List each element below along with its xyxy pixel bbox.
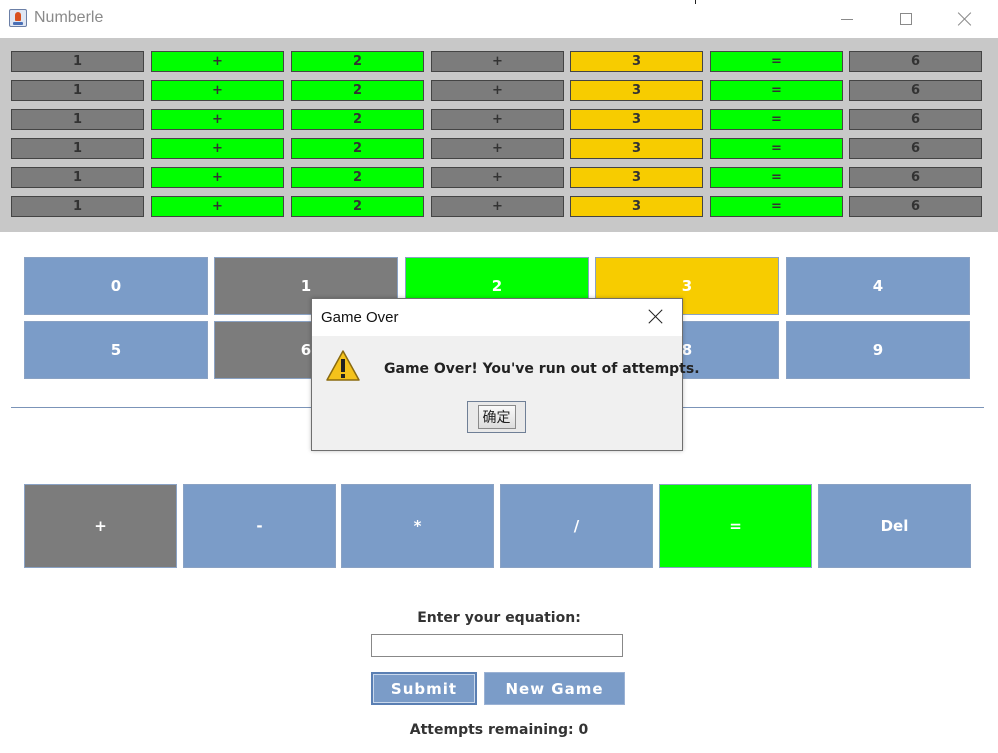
guess-cell: 1 [11, 167, 144, 188]
window-title: Numberle [34, 9, 104, 26]
digit-key-4[interactable]: 4 [786, 257, 970, 315]
guess-cell: + [151, 80, 284, 101]
guess-cell: + [431, 138, 564, 159]
guess-cell: + [431, 167, 564, 188]
guess-cell: 2 [291, 80, 424, 101]
guess-cell: 1 [11, 80, 144, 101]
guess-row: 1 +2 +3 = 6 [11, 51, 983, 72]
ok-button[interactable]: 确定 [467, 401, 526, 433]
maximize-button[interactable] [877, 0, 935, 38]
operator-key-divide[interactable]: / [500, 484, 653, 568]
guess-cell: 1 [11, 109, 144, 130]
dialog-message: Game Over! You've run out of attempts. [384, 361, 700, 377]
ok-button-label: 确定 [477, 405, 516, 429]
app-window: Numberle 1 +2 +3 = 6 1 +2 +3 = 6 1 +2 +3 = 6 1 +2 +3 = 6 1 +2… [0, 0, 998, 753]
dialog-close-icon[interactable] [648, 309, 663, 324]
close-icon [958, 12, 972, 26]
digit-key-9[interactable]: 9 [786, 321, 970, 379]
operator-key-plus[interactable]: + [24, 484, 177, 568]
guess-cell: + [151, 51, 284, 72]
guess-cell: + [151, 109, 284, 130]
equation-prompt: Enter your equation: [417, 610, 581, 626]
attempts-remaining: Attempts remaining: 0 [409, 722, 589, 738]
guess-row: 1 +2 +3 = 6 [11, 80, 983, 101]
equation-input[interactable] [371, 634, 623, 657]
guess-cell: + [431, 80, 564, 101]
operator-key-multiply[interactable]: * [341, 484, 494, 568]
guess-cell: + [431, 196, 564, 217]
guess-cell: 1 [11, 138, 144, 159]
title-bar: Numberle [0, 0, 998, 38]
guess-cell: 6 [849, 109, 982, 130]
guess-cell: = [710, 167, 843, 188]
operator-key-delete[interactable]: Del [818, 484, 971, 568]
guess-cell: 3 [570, 80, 703, 101]
guess-cell: 3 [570, 109, 703, 130]
mouse-cursor-icon [692, 0, 700, 4]
submit-button[interactable]: Submit [371, 672, 477, 705]
warning-icon [326, 350, 360, 381]
guess-cell: = [710, 138, 843, 159]
dialog-title: Game Over [321, 309, 399, 326]
close-window-button[interactable] [936, 0, 994, 38]
guess-cell: 6 [849, 51, 982, 72]
guess-cell: 3 [570, 51, 703, 72]
guess-cell: 1 [11, 51, 144, 72]
guess-row: 1 +2 +3 = 6 [11, 196, 983, 217]
operator-key-equals[interactable]: = [659, 484, 812, 568]
operator-key-minus[interactable]: - [183, 484, 336, 568]
guess-cell: = [710, 80, 843, 101]
minimize-button[interactable] [818, 0, 876, 38]
maximize-icon [900, 13, 912, 25]
guess-cell: 2 [291, 138, 424, 159]
guess-cell: 2 [291, 109, 424, 130]
guess-cell: 3 [570, 196, 703, 217]
guess-cell: 2 [291, 167, 424, 188]
guess-cell: 6 [849, 80, 982, 101]
guess-cell: + [431, 109, 564, 130]
guess-cell: 6 [849, 138, 982, 159]
guess-cell: 1 [11, 196, 144, 217]
guess-cell: 2 [291, 196, 424, 217]
guess-grid: 1 +2 +3 = 6 1 +2 +3 = 6 1 +2 +3 = 6 1 +2 +3 = 6 1 +2 +3 = 6 1 +2 +3… [0, 38, 998, 232]
guess-cell: + [151, 196, 284, 217]
guess-cell: 6 [849, 167, 982, 188]
guess-cell: = [710, 51, 843, 72]
new-game-button[interactable]: New Game [484, 672, 625, 705]
guess-cell: + [431, 51, 564, 72]
guess-row: 1 +2 +3 = 6 [11, 109, 983, 130]
guess-cell: 3 [570, 167, 703, 188]
minimize-icon [841, 18, 853, 20]
game-over-dialog: Game Over Game Over! You've run out of a… [311, 298, 700, 451]
guess-cell: 2 [291, 51, 424, 72]
guess-cell: 3 [570, 138, 703, 159]
dialog-title-bar: Game Over [312, 299, 682, 336]
guess-row: 1 +2 +3 = 6 [11, 138, 983, 159]
guess-row: 1 +2 +3 = 6 [11, 167, 983, 188]
java-app-icon [9, 9, 27, 27]
digit-key-0[interactable]: 0 [24, 257, 208, 315]
guess-cell: + [151, 167, 284, 188]
guess-cell: = [710, 196, 843, 217]
guess-cell: = [710, 109, 843, 130]
guess-cell: + [151, 138, 284, 159]
digit-key-5[interactable]: 5 [24, 321, 208, 379]
guess-cell: 6 [849, 196, 982, 217]
